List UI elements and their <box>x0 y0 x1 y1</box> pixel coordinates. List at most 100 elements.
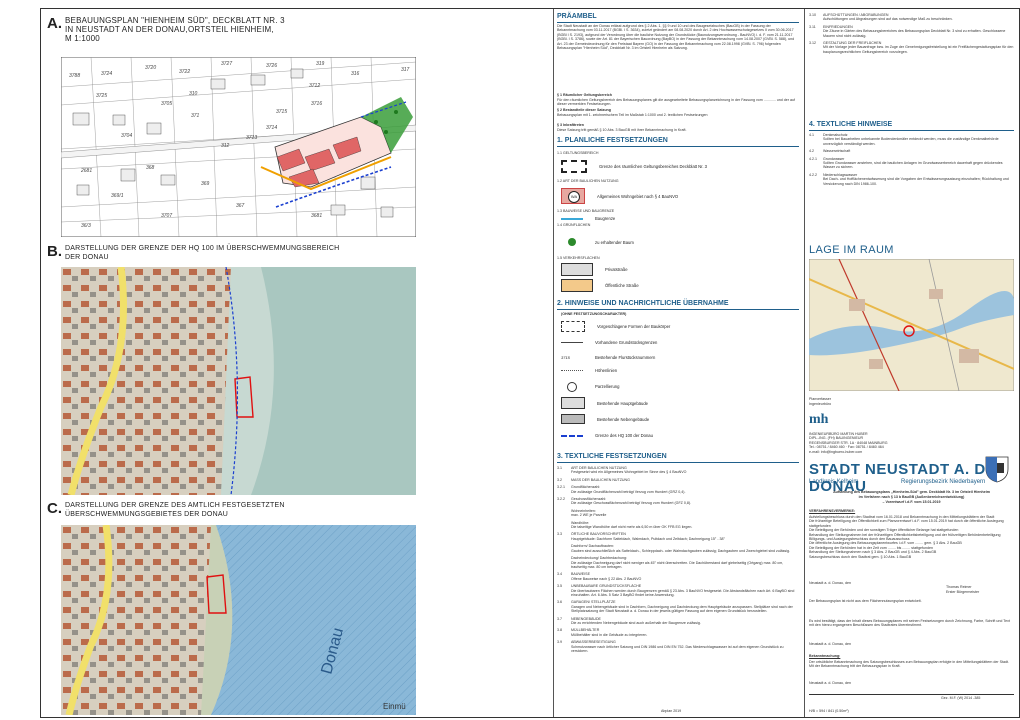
section-b-title: DARSTELLUNG DER GRENZE DER HQ 100 IM ÜBE… <box>65 244 339 262</box>
text-item-text: Die überbaubaren Flächen werden durch Ba… <box>571 588 795 597</box>
textliche-festsetzungen-list: 3.1 ART DER BAULICHEN NUTZUNG Festgesetzt … <box>557 466 799 706</box>
p3-title: § 3 Inkrafttreten <box>557 123 584 127</box>
legend-nebengebaeude: Bestehende Nebengebäude <box>561 414 649 424</box>
parcel-number: 36/3 <box>81 223 91 229</box>
text-item-number: 3.5 <box>557 584 562 589</box>
parcel-number: 2681 <box>80 168 92 174</box>
text-item-number <box>557 544 571 553</box>
parcel-number: 367 <box>236 203 245 209</box>
praeambel-text: Die Stadt Neustadt an der Donau erlässt … <box>557 24 795 51</box>
parcel-number: 317 <box>401 67 410 73</box>
section-a-scale: M 1:1000 <box>65 34 100 43</box>
bekanntmachung-text: Der ortsübliche Bekanntmachung des Satzu… <box>809 660 1009 669</box>
hint-item: 4.2 Wasserwirtschaft <box>809 149 1014 153</box>
textliche-hinweise-underline <box>809 130 1014 131</box>
text-item-text: Mit der Vorlage jeder Bauanfrage bzw. im… <box>823 45 1014 54</box>
hint-item-title: Wasserwirtschaft <box>823 149 851 154</box>
nebengebaeude-symbol <box>561 414 585 424</box>
p1-text: Für den räumlichen Geltungsbereich des B… <box>557 98 795 107</box>
textliche-hinweise-title: 4. TEXTLICHE HINWEISE <box>809 121 893 128</box>
text-item-text: Müllbehälter sind in die Gebäude zu inte… <box>571 632 648 637</box>
lage-im-raum-title: LAGE IM RAUM <box>809 244 894 256</box>
parcel-number: 310 <box>189 91 198 97</box>
hint-item: 4.1 Denkmalschutz Sollten bei Bauarbeiten … <box>809 133 1014 146</box>
text-item-text: Die zu errichtenden Nebengebäude sind au… <box>571 620 701 625</box>
section-c-title-line1: DARSTELLUNG DER GRENZE DES AMTLICH FESTG… <box>65 502 285 509</box>
legend-label: Grenze des räumlichen Geltungsbereiches … <box>599 164 707 169</box>
map-b-aerial-hq100 <box>61 267 416 495</box>
hinweise-underline <box>557 309 799 310</box>
hint-item-number: 4.2 <box>809 149 814 154</box>
text-item: 3.8 MÜLLBEHÄLTER Müllbehälter sind in die … <box>557 628 799 637</box>
text-item-number: 3.2.1 <box>557 485 565 490</box>
flurstueck-symbol: 3715 <box>561 355 570 360</box>
parcel-number: 3713 <box>246 135 257 141</box>
parcel-number: 3681 <box>311 213 322 219</box>
text-item-title: MASS DER BAULICHEN NUTZUNG <box>571 477 630 482</box>
district: Landkreis Kelheim <box>809 479 859 485</box>
text-item: 3.2.1 Grundflächenzahl: Die zulässige Grun… <box>557 485 799 494</box>
text-item-number <box>557 521 571 530</box>
legend-wa: WA Allgemeines Wohngebiet nach § 4 BauNV… <box>561 188 678 204</box>
footer-divider <box>809 694 1014 695</box>
textliche-festsetzungen-title: 3. TEXTLICHE FESTSETZUNGEN <box>557 453 667 460</box>
hint-item-text: Sollten Grundwasser anstehen, sind die b… <box>823 161 1003 170</box>
planverfasser-label: Planverfasser <box>809 397 831 401</box>
parcel-number: 3727 <box>221 61 232 67</box>
praeambel-underline <box>557 22 799 23</box>
signature-place: Neustadt a. d. Donau, den <box>809 581 851 585</box>
text-item-text: Die talseitige Wandhöhe darf nicht mehr … <box>571 525 693 530</box>
parcel-number: 3715 <box>276 109 287 115</box>
section-c-title: DARSTELLUNG DER GRENZE DES AMTLICH FESTG… <box>65 501 285 519</box>
fest-1-5: 1.5 VERKEHRSFLÄCHEN <box>557 256 600 260</box>
legend-baukoerper: Vorgeschlagene Formen der Baukörper <box>561 321 670 332</box>
hint-item-number: 4.1 <box>809 133 814 137</box>
hint-item: 4.2.2 Niederschlagswasser Bei Dach- und Ho… <box>809 173 1014 186</box>
fassung: – Vorentwurf i.d.F. vom 15.01.2019 <box>882 500 941 504</box>
legend-label: Höhenlinien <box>595 368 618 373</box>
section-c-title-line2: ÜBERSCHWEMMUNGSGEBIETES DER DONAU <box>65 511 228 518</box>
legend-hoehenlinien: Höhenlinien <box>561 368 617 373</box>
text-item-text: Die zulässige Geschossflächenzahl beträg… <box>571 501 692 506</box>
planliche-underline <box>557 146 799 147</box>
section-a-title-line2: IN NEUSTADT AN DER DONAU,ORTSTEIL HIENHE… <box>65 25 274 34</box>
text-item-text: Hauptgebäude: Dachform Satteldach, Walmd… <box>571 536 725 541</box>
text-item: 3.2.2 Geschossflächenzahl: Die zulässige G… <box>557 497 799 506</box>
text-item-number: 3.9 <box>557 640 562 645</box>
text-item: Dacheindeckung/ Dachbedachung: Die zuläss… <box>557 556 799 569</box>
parcel-number: 3707 <box>161 213 172 219</box>
hint-item-number: 4.2.2 <box>809 172 817 177</box>
text-item-number: 3.4 <box>557 572 562 577</box>
text-item-text: max. 2 WE je Parzelle <box>571 513 607 518</box>
parcel-number: 3788 <box>69 73 80 79</box>
text-item: 3.6 GARAGEN/ STELLPLÄTZE Garagen und Neben… <box>557 600 799 613</box>
text-item: Wohneinheiten: max. 2 WE je Parzelle <box>557 509 799 518</box>
office-address: INGENIEURBÜRO MARTIN HUBER DIPL.-ING. (F… <box>809 432 969 454</box>
legend-label: Parzellierung <box>595 383 620 389</box>
legend-parzellierung: Parzellierung <box>561 381 620 392</box>
signature-text-1: Der Bebauungsplan ist nicht aus dem Fläc… <box>809 599 922 603</box>
p3-text: Diese Satzung tritt gemäß § 10 Abs. 3 Ba… <box>557 128 687 132</box>
text-item-text: Offene Bauweise nach § 22 Abs. 2 BauNVO <box>571 576 642 581</box>
oeffentliche-strasse-symbol <box>561 279 593 292</box>
praeambel-title: PRÄAMBEL <box>557 13 597 20</box>
parcel-number: 3725 <box>96 93 107 99</box>
office-line: e-mail: info@ingbuero-huber.com <box>809 449 863 454</box>
text-item-text: Die zulässige Grundflächenzahl beträgt V… <box>571 489 686 494</box>
legend-label: Öffentliche Straße <box>605 283 639 288</box>
legend-label: Bestehende Hauptgebäude <box>597 400 648 406</box>
hinweise-title: 2. HINWEISE UND NACHRICHTLICHE ÜBERNAHME <box>557 300 729 307</box>
planverfasser-sub: Ingenieurbüro <box>809 402 832 406</box>
parcel-number: 3722 <box>179 69 190 75</box>
parcel-number: 319 <box>316 61 325 67</box>
text-item-text: Garagen und Nebengebäude sind in Dachfor… <box>571 604 793 614</box>
verfahrensvermerke-list: Aufstellungsbeschluss durch den Stadtrat… <box>809 515 1014 559</box>
signature-text-2: Es wird bestätigt, dass der Inhalt diese… <box>809 619 1010 628</box>
hq100-symbol <box>561 434 583 437</box>
wa-symbol: WA <box>561 188 585 204</box>
text-item-number: 3.10 <box>809 13 816 17</box>
text-item-number: 3.3 <box>557 532 562 537</box>
fest-1-4: 1.4 GRÜNFLÄCHEN <box>557 223 591 227</box>
legend-flurstuecksnummern: 3715 Bestehende Flurstücksnummern <box>561 355 655 360</box>
section-b-letter: B. <box>47 243 62 260</box>
